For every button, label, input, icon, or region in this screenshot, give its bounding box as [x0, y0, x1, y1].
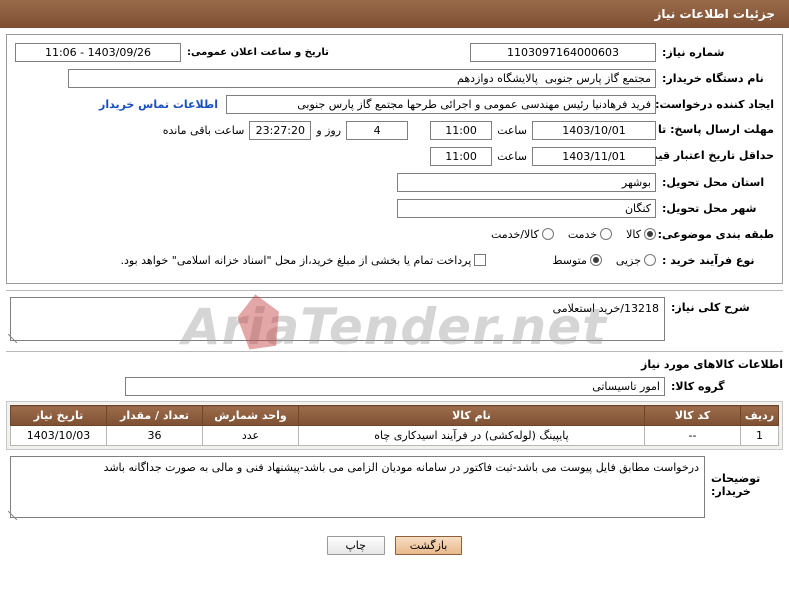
col-unit: واحد شمارش: [202, 405, 299, 426]
row-creator: ایجاد کننده درخواست: اطلاعات تماس خریدار: [15, 93, 774, 115]
need-summary-textarea[interactable]: [10, 297, 665, 341]
price-validity-time-input[interactable]: [430, 146, 493, 166]
buyer-device-input[interactable]: [68, 68, 656, 88]
footer-actions: بازگشت چاپ: [6, 526, 783, 563]
row-process-type: نوع فرآیند خرید : جزیی متوسط پرداخت تمام…: [15, 249, 774, 271]
remaining-time-input[interactable]: [249, 120, 312, 140]
row-province: استان محل تحویل:: [15, 171, 774, 193]
creator-label: ایجاد کننده درخواست:: [655, 97, 774, 111]
city-label: شهر محل تحویل:: [662, 201, 757, 215]
cell-qty: 36: [106, 425, 203, 446]
back-button[interactable]: بازگشت: [394, 536, 463, 555]
col-row: ردیف: [740, 405, 779, 426]
buyer-notes-label: توضیحات خریدار:: [711, 472, 761, 498]
remaining-suffix-label: ساعت باقی مانده: [162, 123, 245, 137]
process-type-label: نوع فرآیند خرید :: [662, 253, 755, 267]
category-label: طبقه بندی موضوعی:: [657, 227, 774, 241]
print-button[interactable]: چاپ: [326, 536, 385, 555]
price-validity-hour-label: ساعت: [497, 149, 527, 163]
radio-icon[interactable]: [644, 228, 656, 240]
treasury-payment-checkbox-row[interactable]: پرداخت تمام یا بخشی از مبلغ خرید،از محل …: [121, 254, 487, 267]
request-number-input[interactable]: [470, 42, 656, 62]
page-header: جزئیات اطلاعات نیاز: [0, 0, 789, 28]
page-title: جزئیات اطلاعات نیاز: [654, 7, 775, 21]
price-validity-date-input[interactable]: [532, 146, 656, 166]
category-option-label: کالا/خدمت: [491, 227, 539, 241]
process-type-option-label: جزیی: [615, 253, 641, 267]
cell-row: 1: [740, 425, 779, 446]
col-name: نام کالا: [298, 405, 645, 426]
checkbox-icon[interactable]: [474, 254, 487, 266]
table-row[interactable]: 1 -- پایپینگ (لوله‌کشی) در فرآیند اسیدکا…: [10, 425, 779, 446]
radio-icon[interactable]: [541, 228, 554, 240]
remaining-days-label: روز و: [316, 123, 342, 137]
reply-deadline-hour-label: ساعت: [497, 123, 527, 137]
cell-code: --: [644, 425, 741, 446]
buyer-notes-box-wrap: [6, 456, 705, 522]
cell-name: پایپینگ (لوله‌کشی) در فرآیند اسیدکاری چا…: [298, 425, 645, 446]
row-category: طبقه بندی موضوعی: کالا خدمت کالا/خدمت: [15, 223, 774, 245]
need-summary-label: شرح کلی نیاز:: [671, 301, 750, 314]
process-type-option-jozii[interactable]: جزیی: [616, 254, 656, 267]
category-radio-group: کالا خدمت کالا/خدمت: [481, 228, 656, 241]
row-buyer-notes: توضیحات خریدار:: [6, 456, 783, 522]
announce-datetime-label: تاریخ و ساعت اعلان عمومی:: [187, 46, 329, 58]
row-buyer-device: نام دستگاه خریدار:: [15, 67, 774, 89]
province-label: استان محل تحویل:: [662, 175, 765, 189]
col-code: کد کالا: [644, 405, 741, 426]
creator-input[interactable]: [226, 94, 656, 114]
buyer-device-label: نام دستگاه خریدار:: [662, 71, 764, 85]
category-option-kala[interactable]: کالا: [626, 228, 656, 241]
details-panel: شماره نیاز: تاریخ و ساعت اعلان عمومی: نا…: [6, 34, 783, 284]
goods-table: ردیف کد کالا نام کالا واحد شمارش تعداد /…: [10, 405, 779, 446]
reply-deadline-date-input[interactable]: [532, 120, 656, 140]
section-divider-2: [6, 351, 783, 352]
row-price-validity: حداقل تاریخ اعتبار قیمت: تا تاریخ: ساعت: [15, 145, 774, 167]
buyer-notes-textarea[interactable]: [10, 456, 705, 518]
radio-icon[interactable]: [600, 228, 613, 240]
category-option-kala-khedmat[interactable]: کالا/خدمت: [491, 228, 554, 241]
announce-datetime-input[interactable]: [15, 42, 181, 62]
province-input[interactable]: [397, 172, 656, 192]
reply-deadline-time-input[interactable]: [430, 120, 493, 140]
radio-icon[interactable]: [644, 254, 656, 266]
cell-date: 1403/10/03: [10, 425, 107, 446]
need-summary-box-wrap: [6, 297, 665, 345]
goods-section-title: اطلاعات کالاهای مورد نیاز: [641, 358, 783, 371]
content-wrapper: شماره نیاز: تاریخ و ساعت اعلان عمومی: نا…: [0, 28, 789, 563]
process-type-option-motevaset[interactable]: متوسط: [552, 254, 602, 267]
row-need-summary: شرح کلی نیاز:: [6, 297, 783, 345]
request-number-label: شماره نیاز:: [662, 45, 725, 59]
treasury-payment-label: پرداخت تمام یا بخشی از مبلغ خرید،از محل …: [120, 253, 472, 267]
cell-unit: عدد: [202, 425, 299, 446]
table-header-row: ردیف کد کالا نام کالا واحد شمارش تعداد /…: [10, 405, 779, 426]
category-option-label: کالا: [626, 227, 641, 241]
goods-group-label: گروه کالا:: [671, 379, 725, 393]
price-validity-label: حداقل تاریخ اعتبار قیمت: تا تاریخ:: [587, 148, 774, 162]
process-type-option-label: متوسط: [552, 253, 587, 267]
row-reply-deadline: مهلت ارسال پاسخ: تا تاریخ: ساعت روز و سا…: [15, 119, 774, 141]
goods-group-input[interactable]: [125, 376, 665, 396]
page-root: جزئیات اطلاعات نیاز AriaTender.net شماره…: [0, 0, 789, 598]
row-goods-group: گروه کالا:: [6, 375, 783, 397]
col-qty: تعداد / مقدار: [106, 405, 203, 426]
col-date: تاریخ نیاز: [10, 405, 107, 426]
city-input[interactable]: [397, 198, 656, 218]
remaining-days-input[interactable]: [346, 120, 409, 140]
goods-table-shell: ردیف کد کالا نام کالا واحد شمارش تعداد /…: [6, 401, 783, 450]
row-city: شهر محل تحویل:: [15, 197, 774, 219]
radio-icon[interactable]: [589, 254, 602, 266]
section-divider: [6, 290, 783, 291]
reply-deadline-label: مهلت ارسال پاسخ: تا تاریخ:: [623, 122, 774, 136]
process-type-radio-group: جزیی متوسط: [542, 254, 656, 267]
category-option-khedmat[interactable]: خدمت: [567, 227, 613, 241]
row-request-number: شماره نیاز: تاریخ و ساعت اعلان عمومی:: [15, 41, 774, 63]
category-option-label: خدمت: [567, 227, 598, 241]
buyer-contact-link[interactable]: اطلاعات تماس خریدار: [91, 98, 226, 111]
